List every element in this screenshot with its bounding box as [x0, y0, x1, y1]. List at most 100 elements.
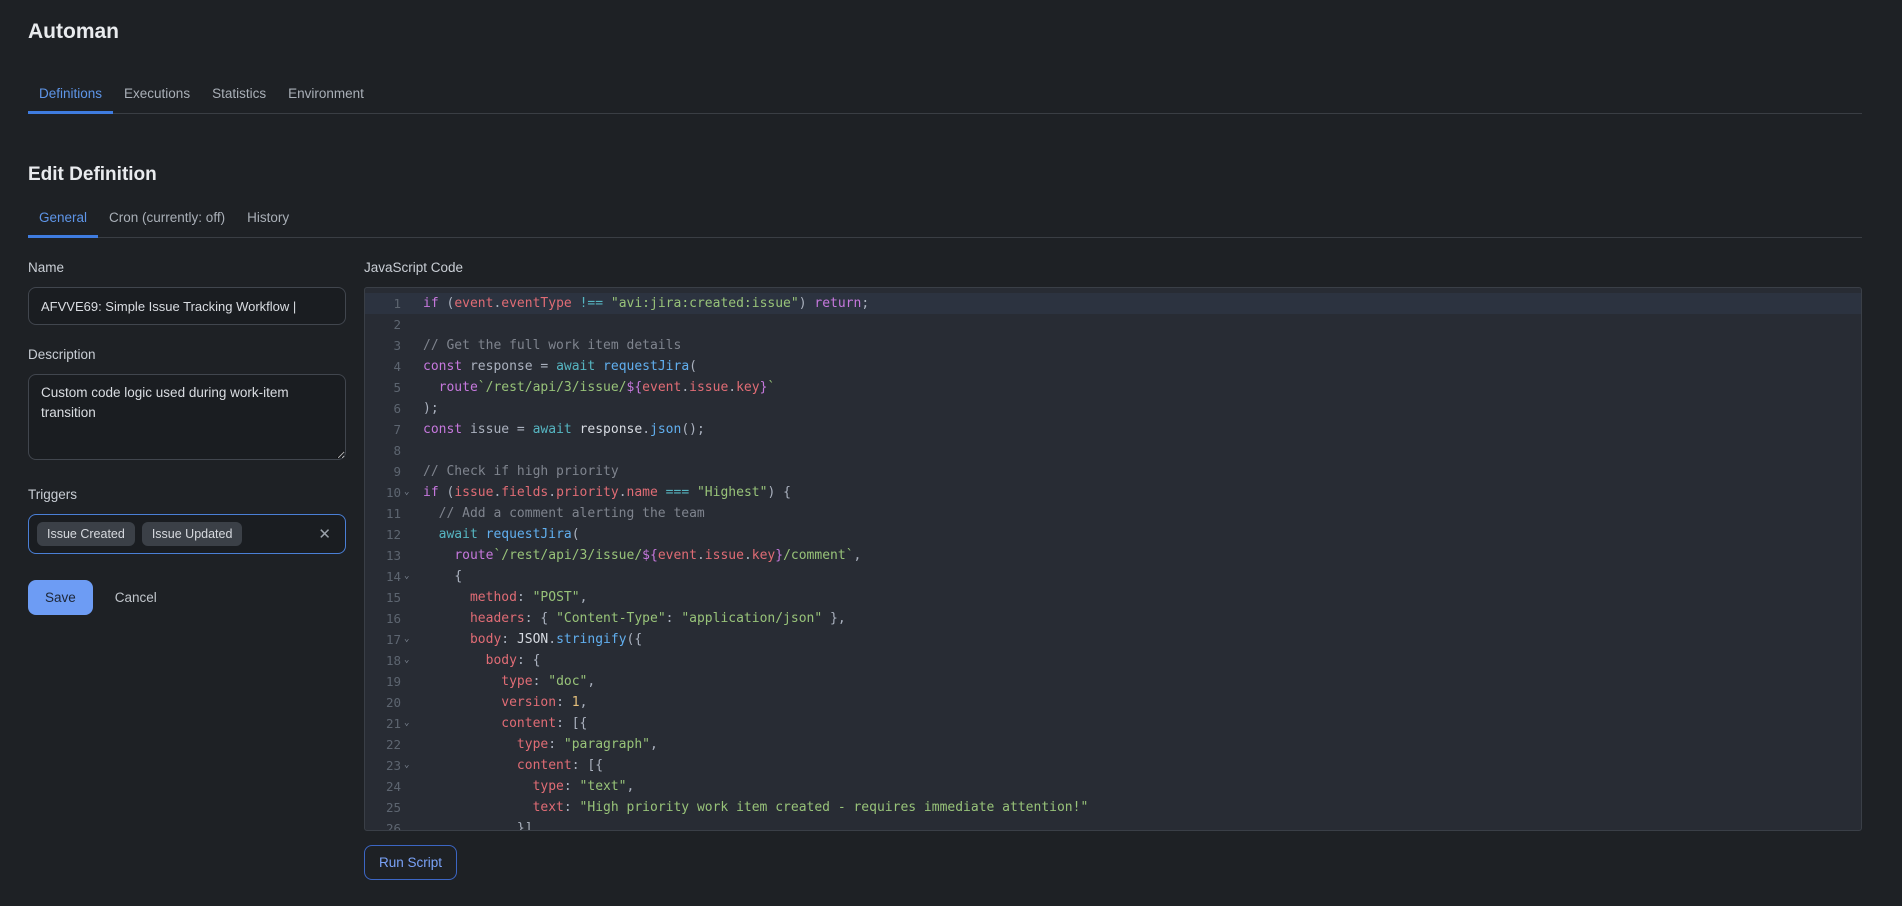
- page-container: Automan DefinitionsExecutionsStatisticsE…: [0, 0, 1902, 880]
- code-line[interactable]: 16 headers: { "Content-Type": "applicati…: [365, 608, 1861, 629]
- trigger-chip-list: Issue Created Issue Updated: [37, 522, 249, 546]
- fold-gutter: [401, 797, 415, 818]
- code-line[interactable]: 23⌄ content: [{: [365, 755, 1861, 776]
- trigger-chip[interactable]: Issue Updated: [142, 522, 243, 546]
- fold-gutter: [401, 818, 415, 831]
- trigger-chip[interactable]: Issue Created: [37, 522, 135, 546]
- subtab-history[interactable]: History: [236, 202, 300, 238]
- code-line[interactable]: 20 version: 1,: [365, 692, 1861, 713]
- code-line[interactable]: 11 // Add a comment alerting the team: [365, 503, 1861, 524]
- code-text: type: "text",: [415, 776, 634, 797]
- code-text: content: [{: [415, 755, 603, 776]
- code-line[interactable]: 8: [365, 440, 1861, 461]
- fold-chevron-icon[interactable]: ⌄: [401, 629, 415, 650]
- tab-executions[interactable]: Executions: [113, 78, 201, 114]
- tab-definitions[interactable]: Definitions: [28, 78, 113, 114]
- line-number: 2: [365, 314, 401, 335]
- fold-gutter: [401, 608, 415, 629]
- code-text: text: "High priority work item created -…: [415, 797, 1088, 818]
- code-line[interactable]: 2: [365, 314, 1861, 335]
- code-line[interactable]: 9// Check if high priority: [365, 461, 1861, 482]
- line-number: 12: [365, 524, 401, 545]
- subtab-general[interactable]: General: [28, 202, 98, 238]
- fold-chevron-icon[interactable]: ⌄: [401, 713, 415, 734]
- code-text: route`/rest/api/3/issue/${event.issue.ke…: [415, 377, 775, 398]
- tab-environment[interactable]: Environment: [277, 78, 375, 114]
- code-text: }]: [415, 818, 533, 831]
- code-line[interactable]: 24 type: "text",: [365, 776, 1861, 797]
- form-actions: Save Cancel: [28, 580, 346, 615]
- name-label: Name: [28, 260, 346, 275]
- fold-chevron-icon[interactable]: ⌄: [401, 482, 415, 503]
- code-line[interactable]: 12 await requestJira(: [365, 524, 1861, 545]
- code-text: content: [{: [415, 713, 587, 734]
- code-line[interactable]: 19 type: "doc",: [365, 671, 1861, 692]
- line-number: 3: [365, 335, 401, 356]
- fold-gutter: [401, 335, 415, 356]
- fold-gutter: [401, 545, 415, 566]
- line-number: 25: [365, 797, 401, 818]
- code-line[interactable]: 25 text: "High priority work item create…: [365, 797, 1861, 818]
- fold-gutter: [401, 503, 415, 524]
- code-line[interactable]: 10⌄if (issue.fields.priority.name === "H…: [365, 482, 1861, 503]
- code-text: type: "doc",: [415, 671, 595, 692]
- code-line[interactable]: 6);: [365, 398, 1861, 419]
- triggers-multiselect[interactable]: Issue Created Issue Updated ✕: [28, 514, 346, 554]
- page-title: Edit Definition: [28, 164, 1862, 186]
- line-number: 22: [365, 734, 401, 755]
- line-number: 24: [365, 776, 401, 797]
- code-line[interactable]: 4const response = await requestJira(: [365, 356, 1861, 377]
- code-text: await requestJira(: [415, 524, 580, 545]
- line-number: 9: [365, 461, 401, 482]
- code-text: // Get the full work item details: [415, 335, 681, 356]
- clear-triggers-icon[interactable]: ✕: [316, 525, 333, 544]
- line-number: 8: [365, 440, 401, 461]
- subtab-cron-currently-off[interactable]: Cron (currently: off): [98, 202, 236, 238]
- description-textarea[interactable]: Custom code logic used during work-item …: [28, 374, 346, 460]
- line-number: 11: [365, 503, 401, 524]
- code-line[interactable]: 1if (event.eventType !== "avi:jira:creat…: [365, 293, 1861, 314]
- form-column: Name Description Custom code logic used …: [28, 260, 346, 880]
- code-line[interactable]: 13 route`/rest/api/3/issue/${event.issue…: [365, 545, 1861, 566]
- code-line[interactable]: 18⌄ body: {: [365, 650, 1861, 671]
- code-text: type: "paragraph",: [415, 734, 658, 755]
- code-text: body: {: [415, 650, 540, 671]
- fold-gutter: [401, 419, 415, 440]
- code-line[interactable]: 7const issue = await response.json();: [365, 419, 1861, 440]
- code-line[interactable]: 14⌄ {: [365, 566, 1861, 587]
- fold-chevron-icon[interactable]: ⌄: [401, 566, 415, 587]
- code-editor[interactable]: 1if (event.eventType !== "avi:jira:creat…: [364, 287, 1862, 831]
- fold-gutter: [401, 377, 415, 398]
- name-input[interactable]: [28, 287, 346, 325]
- cancel-button[interactable]: Cancel: [105, 580, 167, 615]
- run-script-button[interactable]: Run Script: [364, 845, 457, 880]
- line-number: 1: [365, 293, 401, 314]
- fold-gutter: [401, 461, 415, 482]
- code-line[interactable]: 26 }]: [365, 818, 1861, 831]
- code-line[interactable]: 21⌄ content: [{: [365, 713, 1861, 734]
- fold-chevron-icon[interactable]: ⌄: [401, 755, 415, 776]
- fold-chevron-icon[interactable]: ⌄: [401, 650, 415, 671]
- code-text: headers: { "Content-Type": "application/…: [415, 608, 846, 629]
- code-text: const issue = await response.json();: [415, 419, 705, 440]
- code-text: [415, 314, 423, 335]
- code-line[interactable]: 17⌄ body: JSON.stringify({: [365, 629, 1861, 650]
- fold-gutter: [401, 734, 415, 755]
- code-text: body: JSON.stringify({: [415, 629, 642, 650]
- code-line[interactable]: 3 // Get the full work item details: [365, 335, 1861, 356]
- tab-statistics[interactable]: Statistics: [201, 78, 277, 114]
- code-line[interactable]: 15 method: "POST",: [365, 587, 1861, 608]
- line-number: 5: [365, 377, 401, 398]
- line-number: 16: [365, 608, 401, 629]
- edit-definition-form: Name Description Custom code logic used …: [28, 260, 1862, 880]
- top-tab-bar: DefinitionsExecutionsStatisticsEnvironme…: [28, 78, 1862, 114]
- save-button[interactable]: Save: [28, 580, 93, 615]
- javascript-code-label: JavaScript Code: [364, 260, 1862, 275]
- fold-gutter: [401, 440, 415, 461]
- code-line[interactable]: 22 type: "paragraph",: [365, 734, 1861, 755]
- code-text: {: [415, 566, 462, 587]
- line-number: 13: [365, 545, 401, 566]
- code-line[interactable]: 5 route`/rest/api/3/issue/${event.issue.…: [365, 377, 1861, 398]
- description-label: Description: [28, 347, 346, 362]
- fold-gutter: [401, 398, 415, 419]
